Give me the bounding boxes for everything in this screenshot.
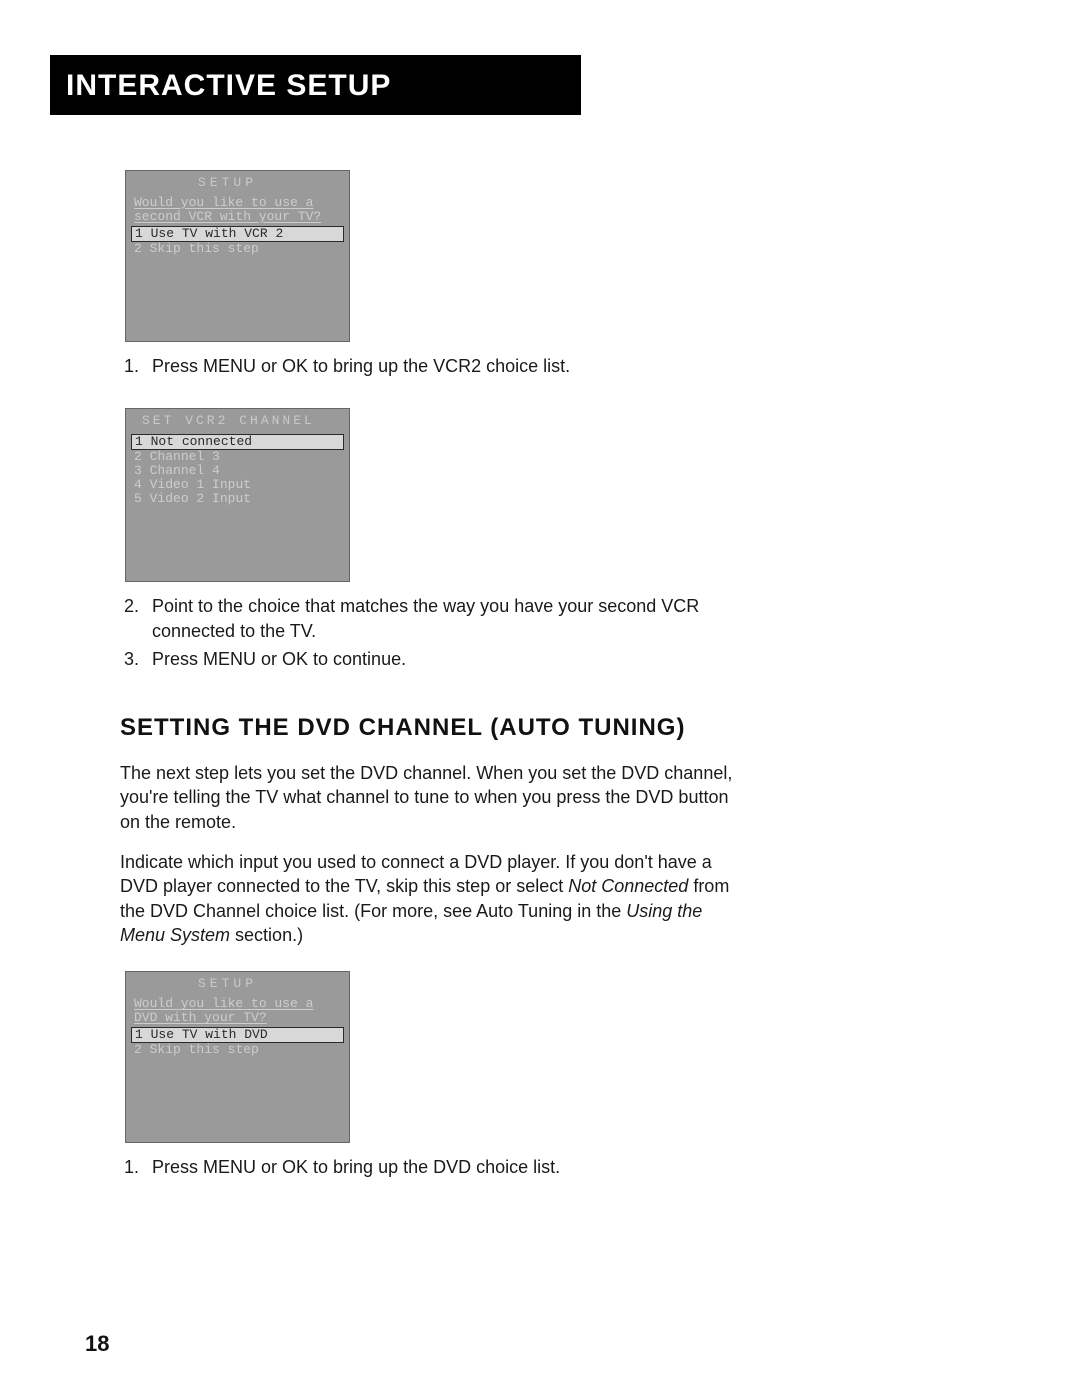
page-header: Interactive Setup xyxy=(50,55,581,115)
instruction-step: Press MENU or OK to bring up the VCR2 ch… xyxy=(144,354,740,378)
instruction-step: Press MENU or OK to bring up the DVD cho… xyxy=(144,1155,740,1179)
osd-prompt: Would you like to use a second VCR with … xyxy=(126,196,349,226)
osd-option: 1 Use TV with VCR 2 xyxy=(131,226,344,242)
instruction-list: Point to the choice that matches the way… xyxy=(120,594,740,671)
osd-set-vcr2-channel: SET VCR2 CHANNEL 1 Not connected 2 Chann… xyxy=(125,408,350,582)
instruction-list: Press MENU or OK to bring up the DVD cho… xyxy=(120,1155,740,1179)
manual-page: Interactive Setup SETUP Would you like t… xyxy=(0,0,1080,1397)
osd-title: SETUP xyxy=(126,171,349,196)
osd-setup-dvd: SETUP Would you like to use a DVD with y… xyxy=(125,971,350,1143)
instruction-step: Press MENU or OK to continue. xyxy=(144,647,740,671)
body-paragraph: Indicate which input you used to connect… xyxy=(120,850,740,947)
osd-option: 1 Use TV with DVD xyxy=(131,1027,344,1043)
osd-option: 1 Not connected xyxy=(131,434,344,450)
osd-title: SETUP xyxy=(126,972,349,997)
osd-prompt: Would you like to use a DVD with your TV… xyxy=(126,997,349,1027)
page-content: SETUP Would you like to use a second VCR… xyxy=(120,170,740,1180)
osd-option: 5 Video 2 Input xyxy=(126,492,349,506)
osd-option: 2 Skip this step xyxy=(126,1043,349,1057)
page-number: 18 xyxy=(85,1331,109,1357)
instruction-list: Press MENU or OK to bring up the VCR2 ch… xyxy=(120,354,740,378)
body-paragraph: The next step lets you set the DVD chann… xyxy=(120,761,740,834)
osd-option: 4 Video 1 Input xyxy=(126,478,349,492)
osd-option: 2 Skip this step xyxy=(126,242,349,256)
section-heading: Setting the DVD Channel (Auto Tuning) xyxy=(120,713,740,743)
instruction-step: Point to the choice that matches the way… xyxy=(144,594,740,643)
osd-setup-vcr2: SETUP Would you like to use a second VCR… xyxy=(125,170,350,342)
osd-title: SET VCR2 CHANNEL xyxy=(126,409,349,434)
osd-option: 3 Channel 4 xyxy=(126,464,349,478)
osd-option: 2 Channel 3 xyxy=(126,450,349,464)
